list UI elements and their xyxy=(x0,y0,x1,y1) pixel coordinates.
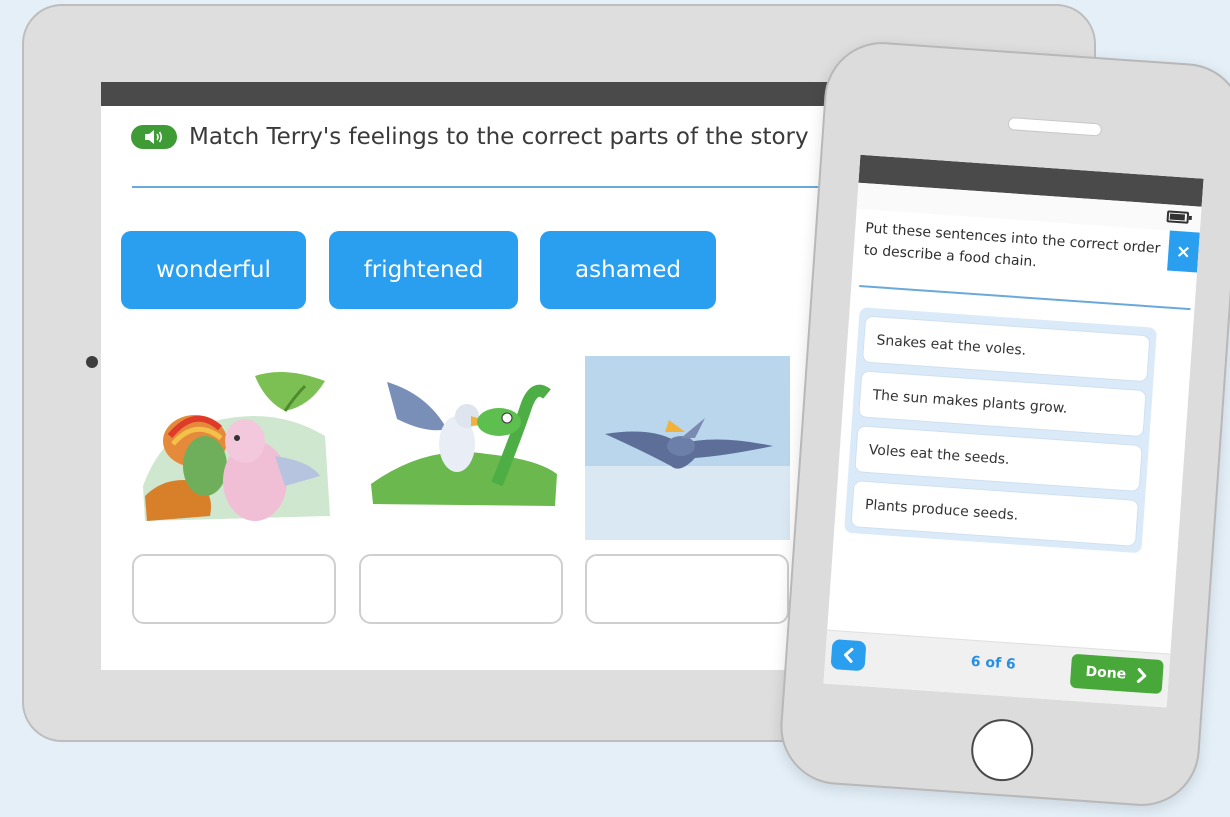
back-button[interactable] xyxy=(830,639,867,672)
sentence-card[interactable]: The sun makes plants grow. xyxy=(858,370,1147,438)
phone-question-divider xyxy=(859,285,1191,311)
done-button-label: Done xyxy=(1084,663,1127,683)
answer-drop-box-3[interactable] xyxy=(585,554,789,624)
chevron-left-icon xyxy=(843,647,854,663)
sentence-list: Snakes eat the voles. The sun makes plan… xyxy=(844,307,1158,554)
sentence-card[interactable]: Plants produce seeds. xyxy=(850,480,1140,547)
phone-home-button[interactable] xyxy=(969,717,1036,784)
word-tile-ashamed[interactable]: ashamed xyxy=(540,231,716,309)
answer-drop-box-1[interactable] xyxy=(132,554,336,624)
battery-icon xyxy=(1166,210,1190,224)
story-picture-pterodactyl-and-plesiosaur xyxy=(371,382,557,506)
story-picture-flying-pterodactyl xyxy=(585,356,790,540)
question-text: Match Terry's feelings to the correct pa… xyxy=(189,124,809,150)
phone-screen: × Put these sentences into the correct o… xyxy=(823,154,1204,708)
speaker-icon[interactable] xyxy=(131,125,177,149)
phone-footer: 6 of 6 Done xyxy=(823,629,1171,708)
tablet-home-dot xyxy=(86,356,98,368)
word-tile-frightened[interactable]: frightened xyxy=(329,231,518,309)
page-counter: 6 of 6 xyxy=(970,653,1017,673)
sentence-card[interactable]: Voles eat the seeds. xyxy=(854,425,1143,493)
question-row: Match Terry's feelings to the correct pa… xyxy=(131,124,809,150)
close-button[interactable]: × xyxy=(1167,230,1200,273)
story-picture-dinosaurs xyxy=(143,372,330,521)
answer-drop-box-2[interactable] xyxy=(359,554,563,624)
phone-question-text: Put these sentences into the correct ord… xyxy=(863,220,1161,271)
done-button[interactable]: Done xyxy=(1069,653,1164,695)
phone-earpiece xyxy=(1007,117,1103,137)
chevron-right-icon xyxy=(1137,667,1147,683)
sentence-card[interactable]: Snakes eat the voles. xyxy=(861,315,1151,383)
phone-device: × Put these sentences into the correct o… xyxy=(776,38,1230,810)
word-tile-wonderful[interactable]: wonderful xyxy=(121,231,306,309)
